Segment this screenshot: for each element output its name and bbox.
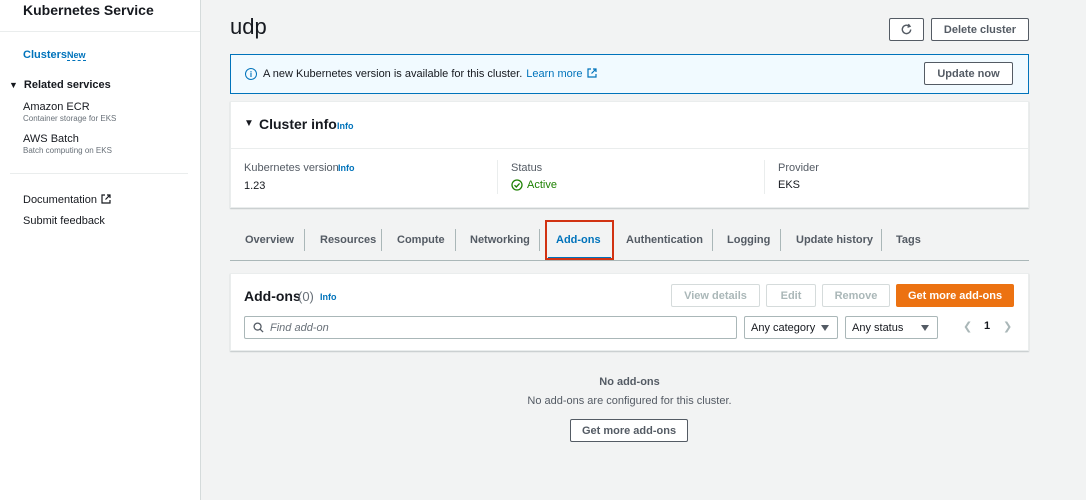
search-icon xyxy=(253,322,264,333)
refresh-button[interactable] xyxy=(889,18,924,41)
tab-resources[interactable]: Resources xyxy=(320,234,376,246)
caret-down-icon[interactable]: ▼ xyxy=(244,118,254,129)
sidebar-item-ecr[interactable]: Amazon ECR xyxy=(23,101,90,113)
cluster-info-info-link[interactable]: Info xyxy=(337,121,354,131)
external-link-icon xyxy=(101,194,111,204)
status-label: Status xyxy=(511,162,543,174)
status-select[interactable]: Any status xyxy=(845,316,938,339)
add-ons-info-link[interactable]: Info xyxy=(320,292,337,302)
external-link-icon xyxy=(586,68,597,78)
tab-separator xyxy=(881,229,882,251)
tab-networking[interactable]: Networking xyxy=(470,234,530,246)
tab-separator xyxy=(455,229,456,251)
cluster-info-title: Cluster info xyxy=(259,116,337,132)
search-placeholder: Find add-on xyxy=(270,321,329,334)
search-input[interactable]: Find add-on xyxy=(244,316,737,339)
category-select-value: Any category xyxy=(751,321,816,334)
sidebar-item-ecr-desc: Container storage for EKS xyxy=(23,114,117,123)
provider-label: Provider xyxy=(778,162,819,174)
related-services-toggle[interactable]: ▼ Related services xyxy=(9,79,111,91)
documentation-label: Documentation xyxy=(23,194,97,206)
sidebar-item-clusters[interactable]: Clusters xyxy=(23,49,67,61)
edit-button[interactable]: Edit xyxy=(766,284,816,307)
caret-down-icon xyxy=(921,325,929,331)
tab-overview[interactable]: Overview xyxy=(245,234,294,246)
page-number[interactable]: 1 xyxy=(984,320,990,332)
tab-separator xyxy=(381,229,382,251)
service-title: Kubernetes Service xyxy=(23,2,154,18)
divider xyxy=(497,160,498,194)
check-circle-icon xyxy=(511,179,523,191)
caret-down-icon xyxy=(821,325,829,331)
divider xyxy=(0,31,200,32)
sidebar: Kubernetes Service Clusters New ▼ Relate… xyxy=(0,0,201,500)
divider xyxy=(10,173,188,174)
status-select-value: Any status xyxy=(852,321,904,334)
delete-cluster-button[interactable]: Delete cluster xyxy=(931,18,1029,41)
k8s-version-info-link[interactable]: Info xyxy=(338,163,355,173)
add-ons-count: (0) xyxy=(298,289,314,304)
sidebar-item-batch-desc: Batch computing on EKS xyxy=(23,146,112,155)
tab-separator xyxy=(780,229,781,251)
banner-text: A new Kubernetes version is available fo… xyxy=(263,68,523,80)
page-title: udp xyxy=(230,14,267,39)
empty-get-more-add-ons-button[interactable]: Get more add-ons xyxy=(570,419,688,442)
tab-logging[interactable]: Logging xyxy=(727,234,770,246)
documentation-link[interactable]: Documentation xyxy=(23,194,111,206)
tab-highlight-box xyxy=(545,220,614,260)
divider xyxy=(764,160,765,194)
info-icon: i xyxy=(245,68,257,80)
caret-down-icon: ▼ xyxy=(9,80,18,90)
remove-button[interactable]: Remove xyxy=(822,284,890,307)
view-details-button[interactable]: View details xyxy=(671,284,760,307)
tab-update-history[interactable]: Update history xyxy=(796,234,873,246)
empty-state-description: No add-ons are configured for this clust… xyxy=(527,395,732,407)
get-more-add-ons-button[interactable]: Get more add-ons xyxy=(896,284,1014,307)
cluster-info-panel: ▼ Cluster info Info Kubernetes version I… xyxy=(230,101,1029,208)
chevron-right-icon[interactable]: ❯ xyxy=(1003,320,1012,333)
tab-separator xyxy=(712,229,713,251)
tab-tags[interactable]: Tags xyxy=(896,234,921,246)
related-services-label: Related services xyxy=(23,79,111,91)
provider-value: EKS xyxy=(778,179,801,191)
learn-more-link[interactable]: Learn more xyxy=(526,68,597,80)
add-ons-title: Add-ons xyxy=(244,288,301,304)
status-value: Active xyxy=(511,179,557,191)
empty-state-title: No add-ons xyxy=(599,376,660,388)
version-banner: i A new Kubernetes version is available … xyxy=(230,54,1029,94)
chevron-left-icon[interactable]: ❮ xyxy=(963,320,972,333)
tab-compute[interactable]: Compute xyxy=(397,234,445,246)
tab-bar: Overview Resources Compute Networking Ad… xyxy=(230,220,1029,261)
sidebar-item-batch[interactable]: AWS Batch xyxy=(23,133,79,145)
category-select[interactable]: Any category xyxy=(744,316,838,339)
submit-feedback-link[interactable]: Submit feedback xyxy=(23,215,105,227)
tab-separator xyxy=(539,229,540,251)
tab-separator xyxy=(304,229,305,251)
divider xyxy=(231,148,1028,149)
k8s-version-value: 1.23 xyxy=(244,180,266,192)
new-badge: New xyxy=(67,50,86,61)
refresh-icon xyxy=(901,23,912,35)
k8s-version-label: Kubernetes version xyxy=(244,162,339,174)
update-now-button[interactable]: Update now xyxy=(924,62,1013,85)
tab-authentication[interactable]: Authentication xyxy=(626,234,703,246)
